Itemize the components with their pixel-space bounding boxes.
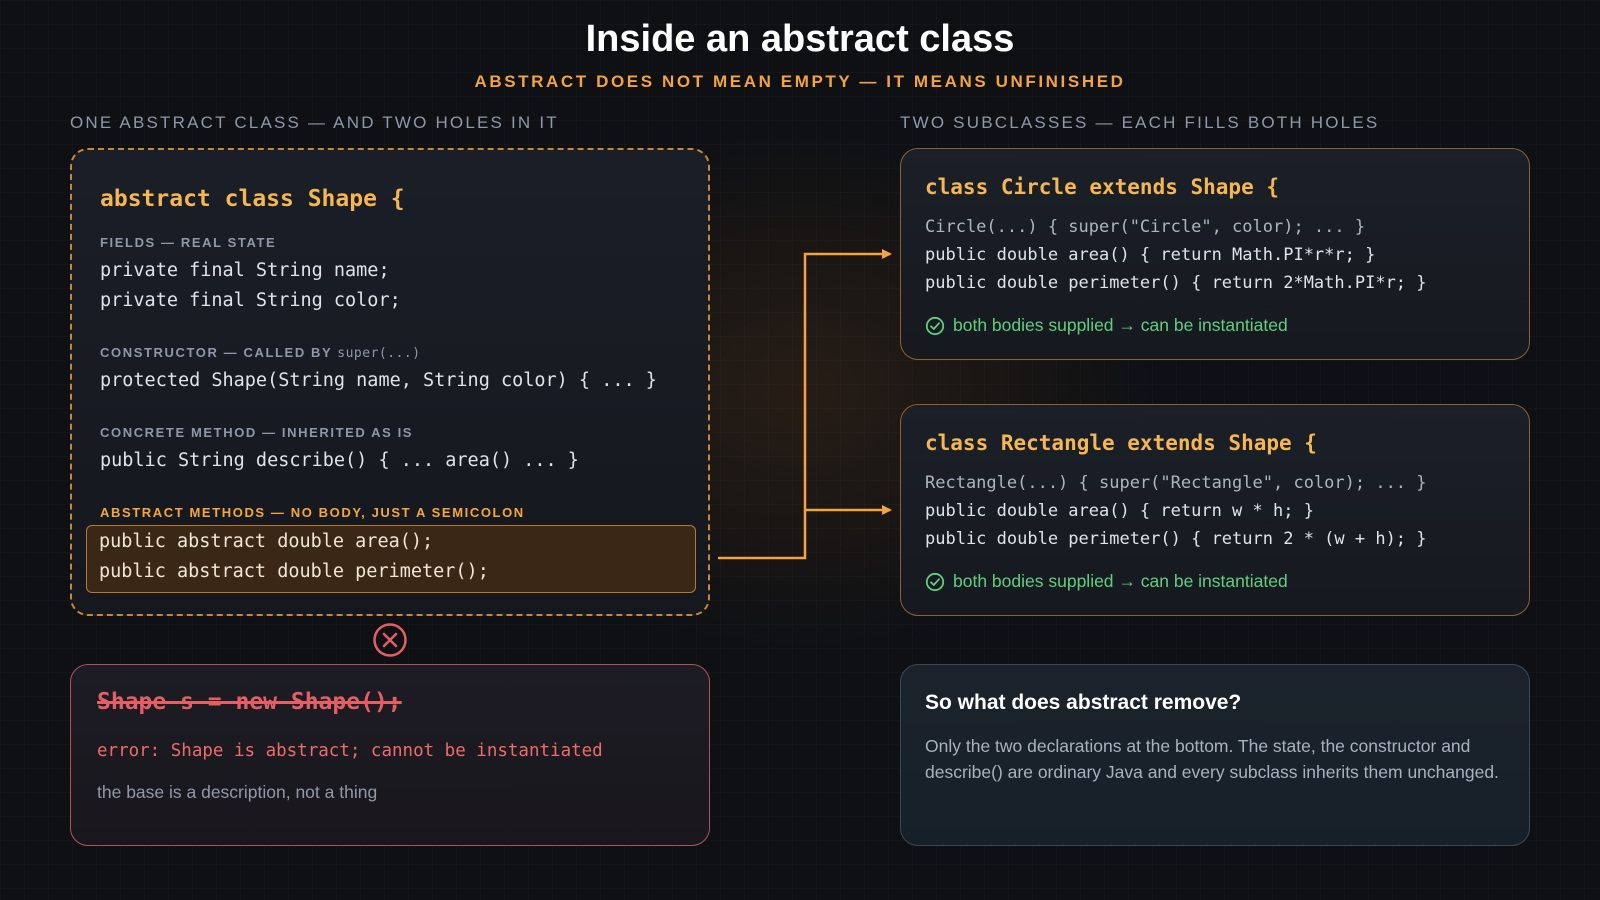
page-subtitle: ABSTRACT DOES NOT MEAN EMPTY — IT MEANS … (474, 72, 1126, 91)
rectangle-status-text: both bodies supplied → can be instantiat… (953, 571, 1288, 591)
right-section-label: TWO SUBCLASSES — EACH FILLS BOTH HOLES (900, 113, 1380, 132)
rectangle-area-line: public double area() { return w * h; } (925, 501, 1314, 521)
instantiation-error-card: Shape s = new Shape(); error: Shape is a… (70, 664, 710, 846)
constructor-code-line: protected Shape(String name, String colo… (100, 370, 657, 391)
rectangle-perimeter-line: public double perimeter() { return 2 * (… (925, 529, 1427, 549)
abstract-area-line: public abstract double area(); (99, 531, 434, 552)
page-title: Inside an abstract class (585, 18, 1015, 60)
abstract-perimeter-line: public abstract double perimeter(); (99, 561, 489, 582)
circle-perimeter-line: public double perimeter() { return 2*Mat… (925, 273, 1427, 293)
fields-label: FIELDS — REAL STATE (100, 235, 277, 250)
constructor-label: CONSTRUCTOR — CALLED BY super(...) (100, 345, 421, 361)
circle-status-text: both bodies supplied → can be instantiat… (953, 315, 1288, 335)
abstract-summary-card: So what does abstract remove? Only the t… (900, 664, 1530, 846)
check-circle-icon (925, 572, 945, 591)
summary-title: So what does abstract remove? (925, 691, 1242, 714)
rectangle-status-row: both bodies supplied → can be instantiat… (925, 571, 1288, 592)
connector-trunk (718, 249, 892, 560)
field-color-line: private final String color; (100, 290, 401, 311)
abstract-class-card: abstract class Shape { FIELDS — REAL STA… (70, 148, 710, 616)
concrete-method-label: CONCRETE METHOD — INHERITED AS IS (100, 425, 414, 440)
circle-class-title: class Circle extends Shape { (925, 175, 1280, 199)
concrete-method-code-line: public String describe() { ... area() ..… (100, 450, 579, 471)
struck-instantiation-code: Shape s = new Shape(); (97, 689, 402, 715)
circle-status-row: both bodies supplied → can be instantiat… (925, 315, 1288, 336)
circle-area-line: public double area() { return Math.PI*r*… (925, 245, 1376, 265)
error-message: error: Shape is abstract; cannot be inst… (97, 741, 603, 761)
rectangle-class-title: class Rectangle extends Shape { (925, 431, 1317, 455)
x-circle-icon (373, 623, 407, 657)
rectangle-constructor-line: Rectangle(...) { super("Rectangle", colo… (925, 473, 1427, 493)
error-note: the base is a description, not a thing (97, 782, 378, 802)
left-section-label: ONE ABSTRACT CLASS — AND TWO HOLES IN IT (70, 113, 559, 132)
field-name-line: private final String name; (100, 260, 390, 281)
abstract-methods-label: ABSTRACT METHODS — NO BODY, JUST A SEMIC… (100, 505, 525, 520)
constructor-label-code: super(...) (337, 346, 421, 361)
constructor-label-text: CONSTRUCTOR — CALLED BY (100, 345, 333, 360)
circle-constructor-line: Circle(...) { super("Circle", color); ..… (925, 217, 1366, 237)
circle-subclass-card: class Circle extends Shape { Circle(...)… (900, 148, 1530, 360)
check-circle-icon (925, 316, 945, 335)
rectangle-subclass-card: class Rectangle extends Shape { Rectangl… (900, 404, 1530, 616)
abstract-methods-box: public abstract double area(); public ab… (86, 525, 696, 593)
abstract-class-title: abstract class Shape { (100, 186, 405, 212)
summary-body: Only the two declarations at the bottom.… (925, 736, 1499, 782)
